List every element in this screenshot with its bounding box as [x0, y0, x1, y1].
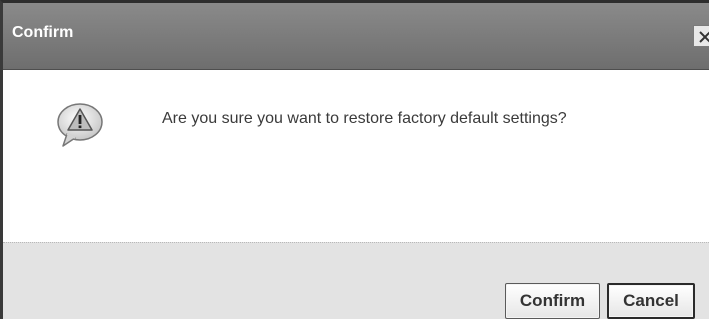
close-icon: [699, 31, 709, 43]
confirm-message: Are you sure you want to restore factory…: [162, 110, 567, 127]
confirm-dialog: Confirm Are you sure you want to restore: [0, 0, 709, 319]
cancel-button[interactable]: Cancel: [607, 283, 695, 319]
warning-icon: [57, 103, 103, 147]
close-button[interactable]: [693, 25, 709, 47]
dialog-body: Are you sure you want to restore factory…: [3, 70, 709, 242]
dialog-footer: Confirm Cancel: [3, 242, 709, 319]
dialog-titlebar: Confirm: [3, 3, 709, 70]
dialog-title: Confirm: [12, 24, 74, 41]
confirm-button[interactable]: Confirm: [505, 283, 600, 319]
